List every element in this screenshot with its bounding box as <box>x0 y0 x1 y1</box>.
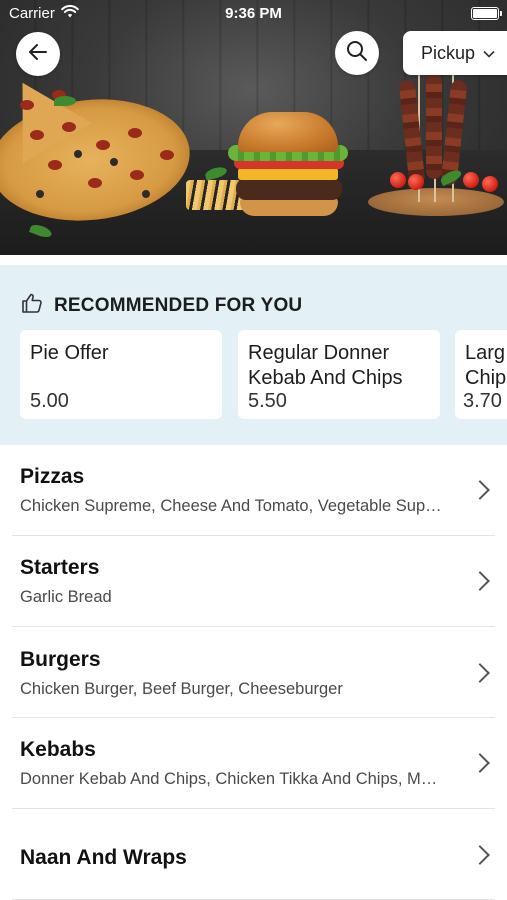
status-time: 9:36 PM <box>225 5 282 22</box>
search-icon <box>345 39 369 68</box>
recommended-item-price: 3.70 <box>463 390 502 412</box>
category-name: Pizzas <box>20 465 85 488</box>
chevron-down-icon <box>483 47 495 61</box>
kebab-board-illustration <box>368 188 504 216</box>
recommended-card[interactable]: Larg Chip 3.70 <box>455 330 507 419</box>
back-button[interactable] <box>16 32 60 76</box>
category-row-pizzas[interactable]: Pizzas Chicken Supreme, Cheese And Tomat… <box>0 445 507 536</box>
thumbs-up-icon <box>20 291 44 320</box>
category-items: Garlic Bread <box>20 588 112 606</box>
chevron-right-icon <box>470 845 490 865</box>
category-name: Kebabs <box>20 738 96 761</box>
category-name: Naan And Wraps <box>20 846 187 869</box>
category-row-burgers[interactable]: Burgers Chicken Burger, Beef Burger, Che… <box>0 627 507 718</box>
recommended-card[interactable]: Pie Offer 5.00 <box>20 330 222 419</box>
recommended-item-name: Pie Offer <box>30 342 109 364</box>
category-row-starters[interactable]: Starters Garlic Bread <box>0 536 507 627</box>
recommended-item-name: Larg Chip <box>465 342 507 389</box>
category-items: Chicken Supreme, Cheese And Tomato, Vege… <box>20 497 442 515</box>
category-items: Chicken Burger, Beef Burger, Cheeseburge… <box>20 680 343 698</box>
recommended-item-price: 5.00 <box>30 390 69 412</box>
status-bar: Carrier 9:36 PM <box>0 0 507 28</box>
chevron-right-icon <box>470 571 490 591</box>
search-button[interactable] <box>335 31 379 75</box>
category-row-kebabs[interactable]: Kebabs Donner Kebab And Chips, Chicken T… <box>0 718 507 809</box>
recommended-card[interactable]: Regular Donner Kebab And Chips 5.50 <box>238 330 440 419</box>
category-name: Starters <box>20 556 100 579</box>
recommended-title: RECOMMENDED FOR YOU <box>54 294 303 316</box>
recommended-section: RECOMMENDED FOR YOU Pie Offer 5.00 Regul… <box>0 265 507 445</box>
recommended-header: RECOMMENDED FOR YOU <box>20 291 302 320</box>
back-arrow-icon <box>26 40 50 69</box>
recommended-item-name: Regular Donner Kebab And Chips <box>248 342 403 389</box>
category-items: Donner Kebab And Chips, Chicken Tikka An… <box>20 770 438 788</box>
chevron-right-icon <box>470 663 490 683</box>
order-mode-dropdown[interactable]: Pickup <box>403 31 507 75</box>
order-mode-label: Pickup <box>421 42 476 63</box>
chevron-right-icon <box>470 480 490 500</box>
battery-icon <box>471 7 502 20</box>
recommended-item-price: 5.50 <box>248 390 287 412</box>
category-name: Burgers <box>20 648 101 671</box>
burger-illustration <box>238 112 338 152</box>
chevron-right-icon <box>470 753 490 773</box>
category-row-naan-and-wraps[interactable]: Naan And Wraps <box>0 809 507 900</box>
